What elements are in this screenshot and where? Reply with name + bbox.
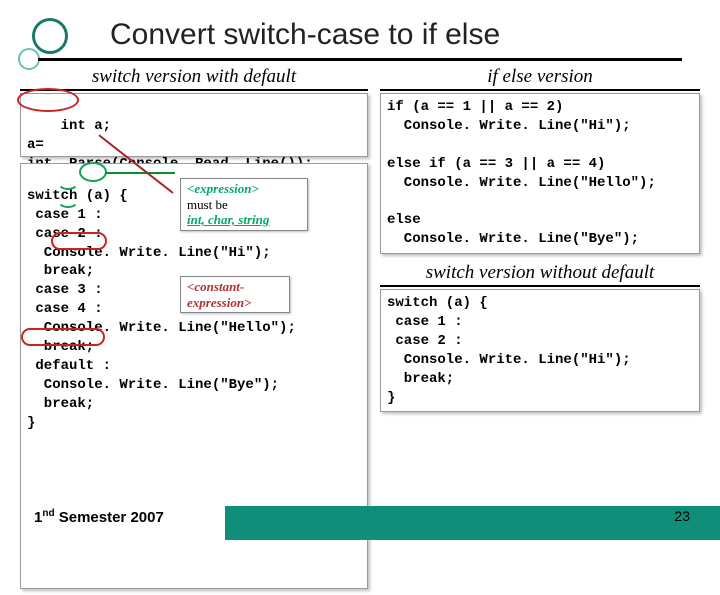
title-underline [38,58,682,61]
code-line: a= [27,137,44,153]
page-number: 23 [674,508,690,524]
right-code-box-1: if (a == 1 || a == 2) Console. Write. Li… [380,93,700,254]
code-text: switch (a) { case 1 : case 2 : Console. … [387,295,631,405]
footer-text: 7 [155,509,163,526]
left-heading: switch version with default [20,66,368,91]
ring-break [51,232,107,250]
ring-default [21,328,105,346]
arrow-expr [105,172,175,174]
ring-case2 [57,192,79,208]
footer-sup: nd [42,508,54,519]
left-code-box-1: int a; a= int. Parse(Console. Read. Line… [20,93,368,157]
right-code-box-2: switch (a) { case 1 : case 2 : Console. … [380,289,700,412]
right-column: if else version if (a == 1 || a == 2) Co… [380,66,700,418]
slide-title: Convert switch-case to if else [110,18,500,52]
annot-line: int, char, string [187,212,301,228]
ring-expr-a [79,162,107,182]
annot-line: must be [187,197,301,213]
ring-case1 [57,174,79,190]
code-text: if (a == 1 || a == 2) Console. Write. Li… [387,99,656,247]
annotation-expression: <expression> must be int, char, string [180,178,308,231]
decor-circle-large [32,18,68,54]
ring-int-a [17,88,79,112]
code-line: int a; [61,118,111,134]
annotation-constant: <constant- expression> [180,276,290,313]
right-heading-1: if else version [380,66,700,91]
footer-text: Semester 200 [55,509,156,526]
footer-left: 1nd Semester 2007 [34,508,164,526]
annot-line: <expression> [187,181,301,197]
right-heading-2: switch version without default [380,262,700,287]
footer-bar [225,506,720,540]
annot-line: expression> [187,295,283,311]
annot-line: <constant- [187,279,283,295]
